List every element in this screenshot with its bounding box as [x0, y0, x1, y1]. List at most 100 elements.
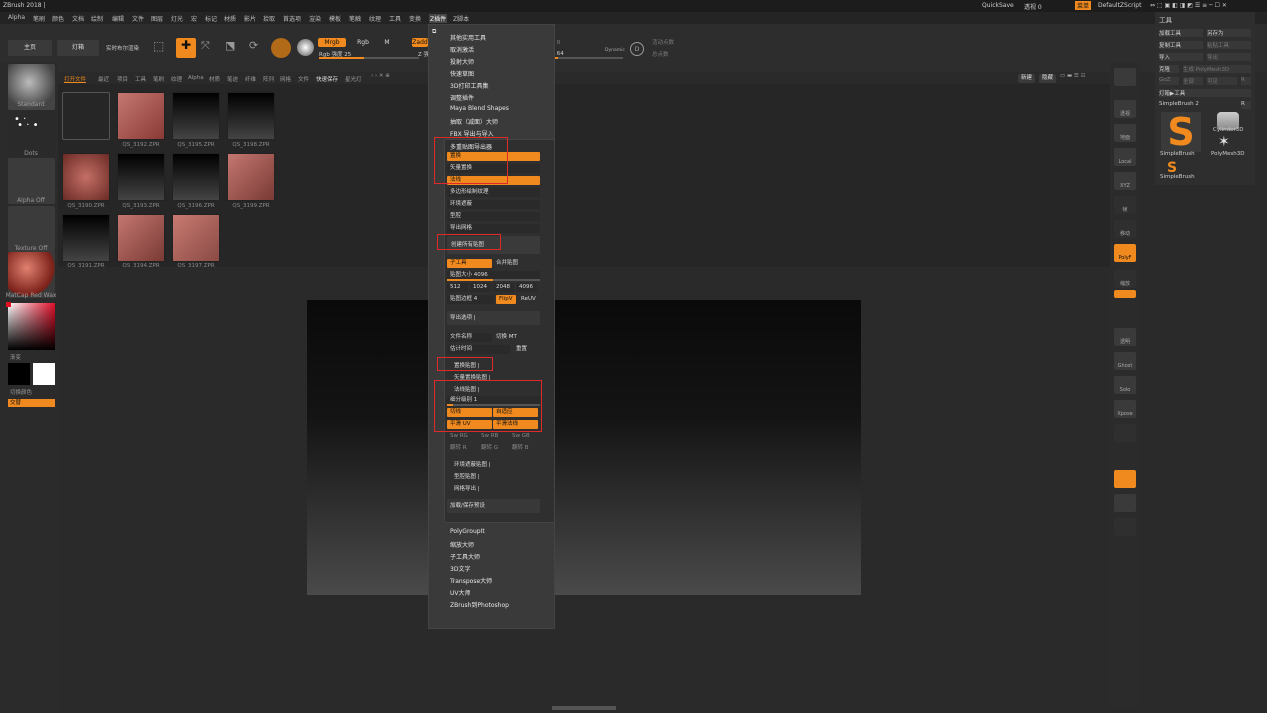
file-thumbnail[interactable]	[227, 153, 275, 201]
paste-tool-button[interactable]: 粘贴工具	[1207, 41, 1251, 49]
bottom-shelf-handle[interactable]	[552, 706, 616, 710]
copy-tool-button[interactable]: 复制工具	[1159, 41, 1203, 49]
gradient-sphere-icon[interactable]	[297, 39, 314, 56]
floor-icon[interactable]: 地面	[1114, 124, 1136, 142]
mesh-export-header[interactable]: 网格导出 |	[451, 485, 538, 494]
alternate-toggle[interactable]: 交替	[8, 399, 55, 407]
lightbox-tools-button[interactable]: 灯箱▶工具	[1159, 89, 1251, 97]
polypaint-texture-toggle[interactable]: 多边形绘制纹理	[447, 188, 540, 197]
menu-layer[interactable]: 图层	[151, 14, 163, 23]
swap-rg-toggle[interactable]: Sw RG	[447, 432, 476, 441]
dynamic-view-icon[interactable]	[1114, 494, 1136, 512]
file-thumbnail[interactable]	[62, 214, 110, 262]
goz-all-button[interactable]: 全部	[1183, 77, 1203, 85]
file-name-button[interactable]: 文件名称	[447, 333, 492, 342]
m-toggle[interactable]: M	[380, 38, 394, 47]
dynamic-toggle[interactable]: Dynamic	[605, 48, 625, 53]
menu-file[interactable]: 文件	[132, 14, 144, 23]
zplugin-item[interactable]: 取消激活	[450, 45, 474, 54]
bpr-icon[interactable]	[1114, 68, 1136, 86]
rotate-view-icon[interactable]	[1114, 290, 1136, 298]
menu-alpha[interactable]: Alpha	[8, 14, 25, 21]
goz-button[interactable]: GoZ	[1159, 77, 1179, 85]
menu-light[interactable]: 灯光	[171, 14, 183, 23]
edit-icon[interactable]: ⬚	[153, 39, 171, 57]
make-polymesh-button[interactable]: 生成 PolyMesh3D	[1183, 65, 1251, 73]
lightbox-tab-brush[interactable]: 笔刷	[153, 75, 164, 83]
menu-macro[interactable]: 宏	[191, 14, 197, 23]
lightbox-tab-fiber[interactable]: 纤维	[245, 75, 256, 83]
flipv-toggle[interactable]: FlipV	[496, 295, 516, 304]
zscript-label[interactable]: DefaultZScript	[1098, 2, 1141, 9]
goz-r-button[interactable]: R	[1241, 77, 1251, 85]
import-button[interactable]: 导入	[1159, 53, 1203, 61]
zplugin-item[interactable]: 缩放大师	[450, 540, 474, 549]
zplugin-item[interactable]: PolyGroupIt	[450, 528, 485, 535]
live-boolean-button[interactable]: 实时布尔渲染	[106, 44, 139, 52]
polyframe-icon[interactable]: PolyF	[1114, 244, 1136, 262]
quicksave-button[interactable]: QuickSave	[982, 2, 1014, 9]
ao-map-header[interactable]: 环境遮蔽贴图 |	[451, 461, 538, 470]
size-1024-button[interactable]: 1024	[470, 283, 491, 292]
cavity-toggle[interactable]: 型腔	[447, 212, 540, 221]
switch-color-button[interactable]: 切换颜色	[10, 388, 32, 396]
grid-icon[interactable]	[1114, 424, 1136, 442]
folder-thumbnail[interactable]	[62, 92, 110, 140]
zplugin-item[interactable]: 3D打印工具集	[450, 81, 488, 90]
scale-view-icon[interactable]: 缩放	[1114, 270, 1136, 288]
lightbox-tab-project[interactable]: 项目	[117, 75, 128, 83]
export-options-header[interactable]: 导出选项 |	[447, 311, 540, 325]
main-color-swatch[interactable]	[8, 363, 30, 385]
menu-material[interactable]: 材质	[224, 14, 236, 23]
zplugin-item[interactable]: 子工具大师	[450, 552, 480, 561]
local-icon[interactable]: Local	[1114, 148, 1136, 166]
xyz-icon[interactable]: XYZ	[1114, 172, 1136, 190]
lightbox-tab-texture[interactable]: 纹理	[171, 75, 182, 83]
rotate-icon[interactable]: ⟳	[249, 39, 267, 57]
zplugin-item[interactable]: ZBrush到Photoshop	[450, 600, 509, 609]
simplebrush-small-icon[interactable]: S	[1161, 160, 1183, 176]
dynamic-icon[interactable]: D	[630, 42, 644, 56]
zplugin-item[interactable]: Transpose大师	[450, 576, 492, 585]
zadd-toggle[interactable]: Zadd	[412, 38, 428, 47]
file-thumbnail[interactable]	[62, 153, 110, 201]
lightbox-tab-spotlight[interactable]: 笔迹	[227, 75, 238, 83]
zplugin-item[interactable]: UV大师	[450, 588, 471, 597]
file-thumbnail[interactable]	[172, 92, 220, 140]
lightbox-tab-material[interactable]: 材质	[209, 75, 220, 83]
menu-render[interactable]: 渲染	[309, 14, 321, 23]
export-button[interactable]: 导出	[1207, 53, 1251, 61]
clone-button[interactable]: 克隆	[1159, 65, 1179, 73]
swap-gb-toggle[interactable]: Sw GB	[509, 432, 538, 441]
zplugin-item[interactable]: 其他实用工具	[450, 33, 486, 42]
menu-zscript[interactable]: Z脚本	[453, 14, 469, 23]
menu-stencil[interactable]: 模板	[329, 14, 341, 23]
lightbox-tab-open[interactable]: 打开文件	[64, 75, 86, 83]
switch-mt-button[interactable]: 切换 MT	[493, 333, 538, 342]
scale-icon[interactable]: ⬔	[225, 39, 243, 57]
swap-rb-toggle[interactable]: Sw RB	[478, 432, 507, 441]
lightbox-nav-icons[interactable]: ‹ › ✕ ⊕	[371, 73, 390, 79]
lightbox-tab-starlight[interactable]: 星光灯	[345, 75, 362, 83]
size-2048-button[interactable]: 2048	[493, 283, 514, 292]
draw-icon[interactable]: ✚	[176, 38, 196, 58]
size-512-button[interactable]: 512	[447, 283, 468, 292]
frame-icon[interactable]: 帧	[1114, 196, 1136, 214]
transparent-icon[interactable]: 透明	[1114, 328, 1136, 346]
zplugin-item[interactable]: Maya Blend Shapes	[450, 105, 509, 112]
load-tool-button[interactable]: 加载工具	[1159, 29, 1203, 37]
zplugin-item[interactable]: 调整插件	[450, 93, 474, 102]
menu-edit[interactable]: 编辑	[112, 14, 124, 23]
rotate-gizmo-icon[interactable]	[1114, 518, 1136, 536]
menu-movie[interactable]: 影片	[244, 14, 256, 23]
xpose-icon[interactable]: Xpose	[1114, 400, 1136, 418]
rgb-toggle[interactable]: Rgb	[348, 38, 378, 47]
polyf-active-icon[interactable]	[1114, 470, 1136, 488]
menu-tool[interactable]: 工具	[389, 14, 401, 23]
merged-maps-toggle[interactable]: 合并贴图	[493, 259, 538, 268]
menus-toggle[interactable]: 菜单	[1075, 1, 1092, 10]
current-tool-r-button[interactable]: R	[1241, 101, 1251, 109]
mrgb-toggle[interactable]: Mrgb	[318, 38, 346, 47]
cavity-map-header[interactable]: 型腔贴图 |	[451, 473, 538, 482]
file-thumbnail[interactable]	[172, 214, 220, 262]
